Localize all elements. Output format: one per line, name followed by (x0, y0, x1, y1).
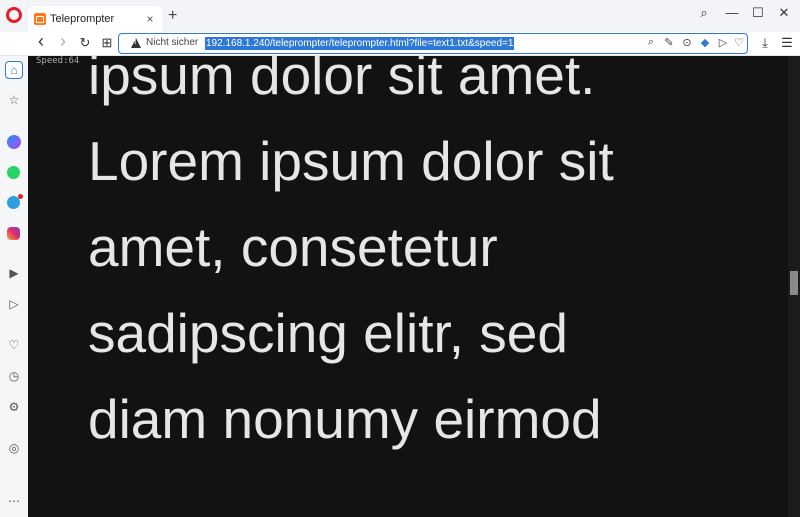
prompter-line: diam nonumy eirmod (88, 388, 602, 450)
zoom-icon[interactable]: ⌕ (643, 36, 659, 49)
new-tab-button[interactable]: + (168, 7, 177, 25)
settings-gear-icon[interactable]: ⚙ (5, 398, 23, 416)
download-icon[interactable]: ⤓ (756, 35, 774, 51)
forward-button[interactable]: › (54, 31, 72, 52)
history-icon[interactable]: ◷ (5, 367, 23, 385)
tab-favicon-icon (34, 13, 46, 25)
scrollbar[interactable] (788, 56, 800, 517)
prompter-line: ipsum dolor sit amet. (88, 56, 596, 106)
snapshot-icon[interactable]: ⊙ (679, 36, 695, 49)
pinboard-icon[interactable]: ☆ (5, 91, 23, 109)
telegram-icon[interactable] (7, 194, 23, 209)
scrollbar-thumb[interactable] (790, 271, 798, 295)
player-icon[interactable]: ▶ (5, 264, 23, 282)
close-window-button[interactable]: ✕ (774, 5, 794, 21)
vpn-shield-icon[interactable]: ◆ (697, 36, 713, 49)
instagram-icon[interactable] (7, 227, 20, 240)
opera-logo-icon[interactable] (6, 7, 22, 23)
teleprompter-view: Speed:64 ipsum dolor sit amet. Lorem ips… (28, 56, 800, 517)
minimize-button[interactable]: — (722, 5, 742, 20)
address-bar: ‹ › ↻ ⊞ Nicht sicher 192.168.1.240/telep… (0, 31, 800, 56)
prompter-line: amet, consetetur (88, 216, 498, 278)
bookmark-heart-icon[interactable]: ♡ (731, 36, 747, 49)
prompter-text: ipsum dolor sit amet. Lorem ipsum dolor … (88, 56, 728, 462)
title-bar: Teleprompter × + ⌕ — ☐ ✕ (0, 0, 800, 32)
url-field[interactable]: Nicht sicher 192.168.1.240/teleprompter/… (118, 33, 748, 54)
back-button[interactable]: ‹ (32, 31, 50, 52)
sidebar: ⌂ ☆ ▶ ▷ ♡ ◷ ⚙ ◎ ⋯ (0, 56, 28, 517)
notification-dot (18, 194, 23, 199)
whatsapp-icon[interactable] (7, 166, 20, 179)
warning-icon[interactable] (131, 38, 141, 48)
home-icon[interactable]: ⌂ (5, 61, 23, 79)
flow-icon[interactable]: ▷ (5, 295, 23, 313)
send-icon[interactable]: ▷ (715, 36, 731, 49)
easy-setup-icon[interactable]: ☰ (778, 35, 796, 51)
reload-button[interactable]: ↻ (76, 35, 94, 51)
messenger-icon[interactable] (7, 135, 21, 149)
tips-icon[interactable]: ◎ (5, 439, 23, 457)
tab-close-button[interactable]: × (142, 12, 158, 26)
prompter-line: sadipscing elitr, sed (88, 302, 568, 364)
prompter-line: Lorem ipsum dolor sit (88, 130, 614, 192)
maximize-button[interactable]: ☐ (748, 5, 768, 21)
favorites-icon[interactable]: ♡ (5, 336, 23, 354)
security-label[interactable]: Nicht sicher (146, 37, 198, 48)
url-text[interactable]: 192.168.1.240/teleprompter/teleprompter.… (205, 37, 515, 50)
tab-overview-icon[interactable]: ⊞ (98, 35, 116, 51)
tab-teleprompter[interactable]: Teleprompter × (28, 6, 162, 32)
tab-title: Teleprompter (50, 13, 115, 25)
more-icon[interactable]: ⋯ (5, 492, 23, 510)
speed-label: Speed:64 (36, 56, 80, 66)
search-tabs-icon[interactable]: ⌕ (694, 5, 714, 21)
edit-icon[interactable]: ✎ (661, 36, 677, 49)
